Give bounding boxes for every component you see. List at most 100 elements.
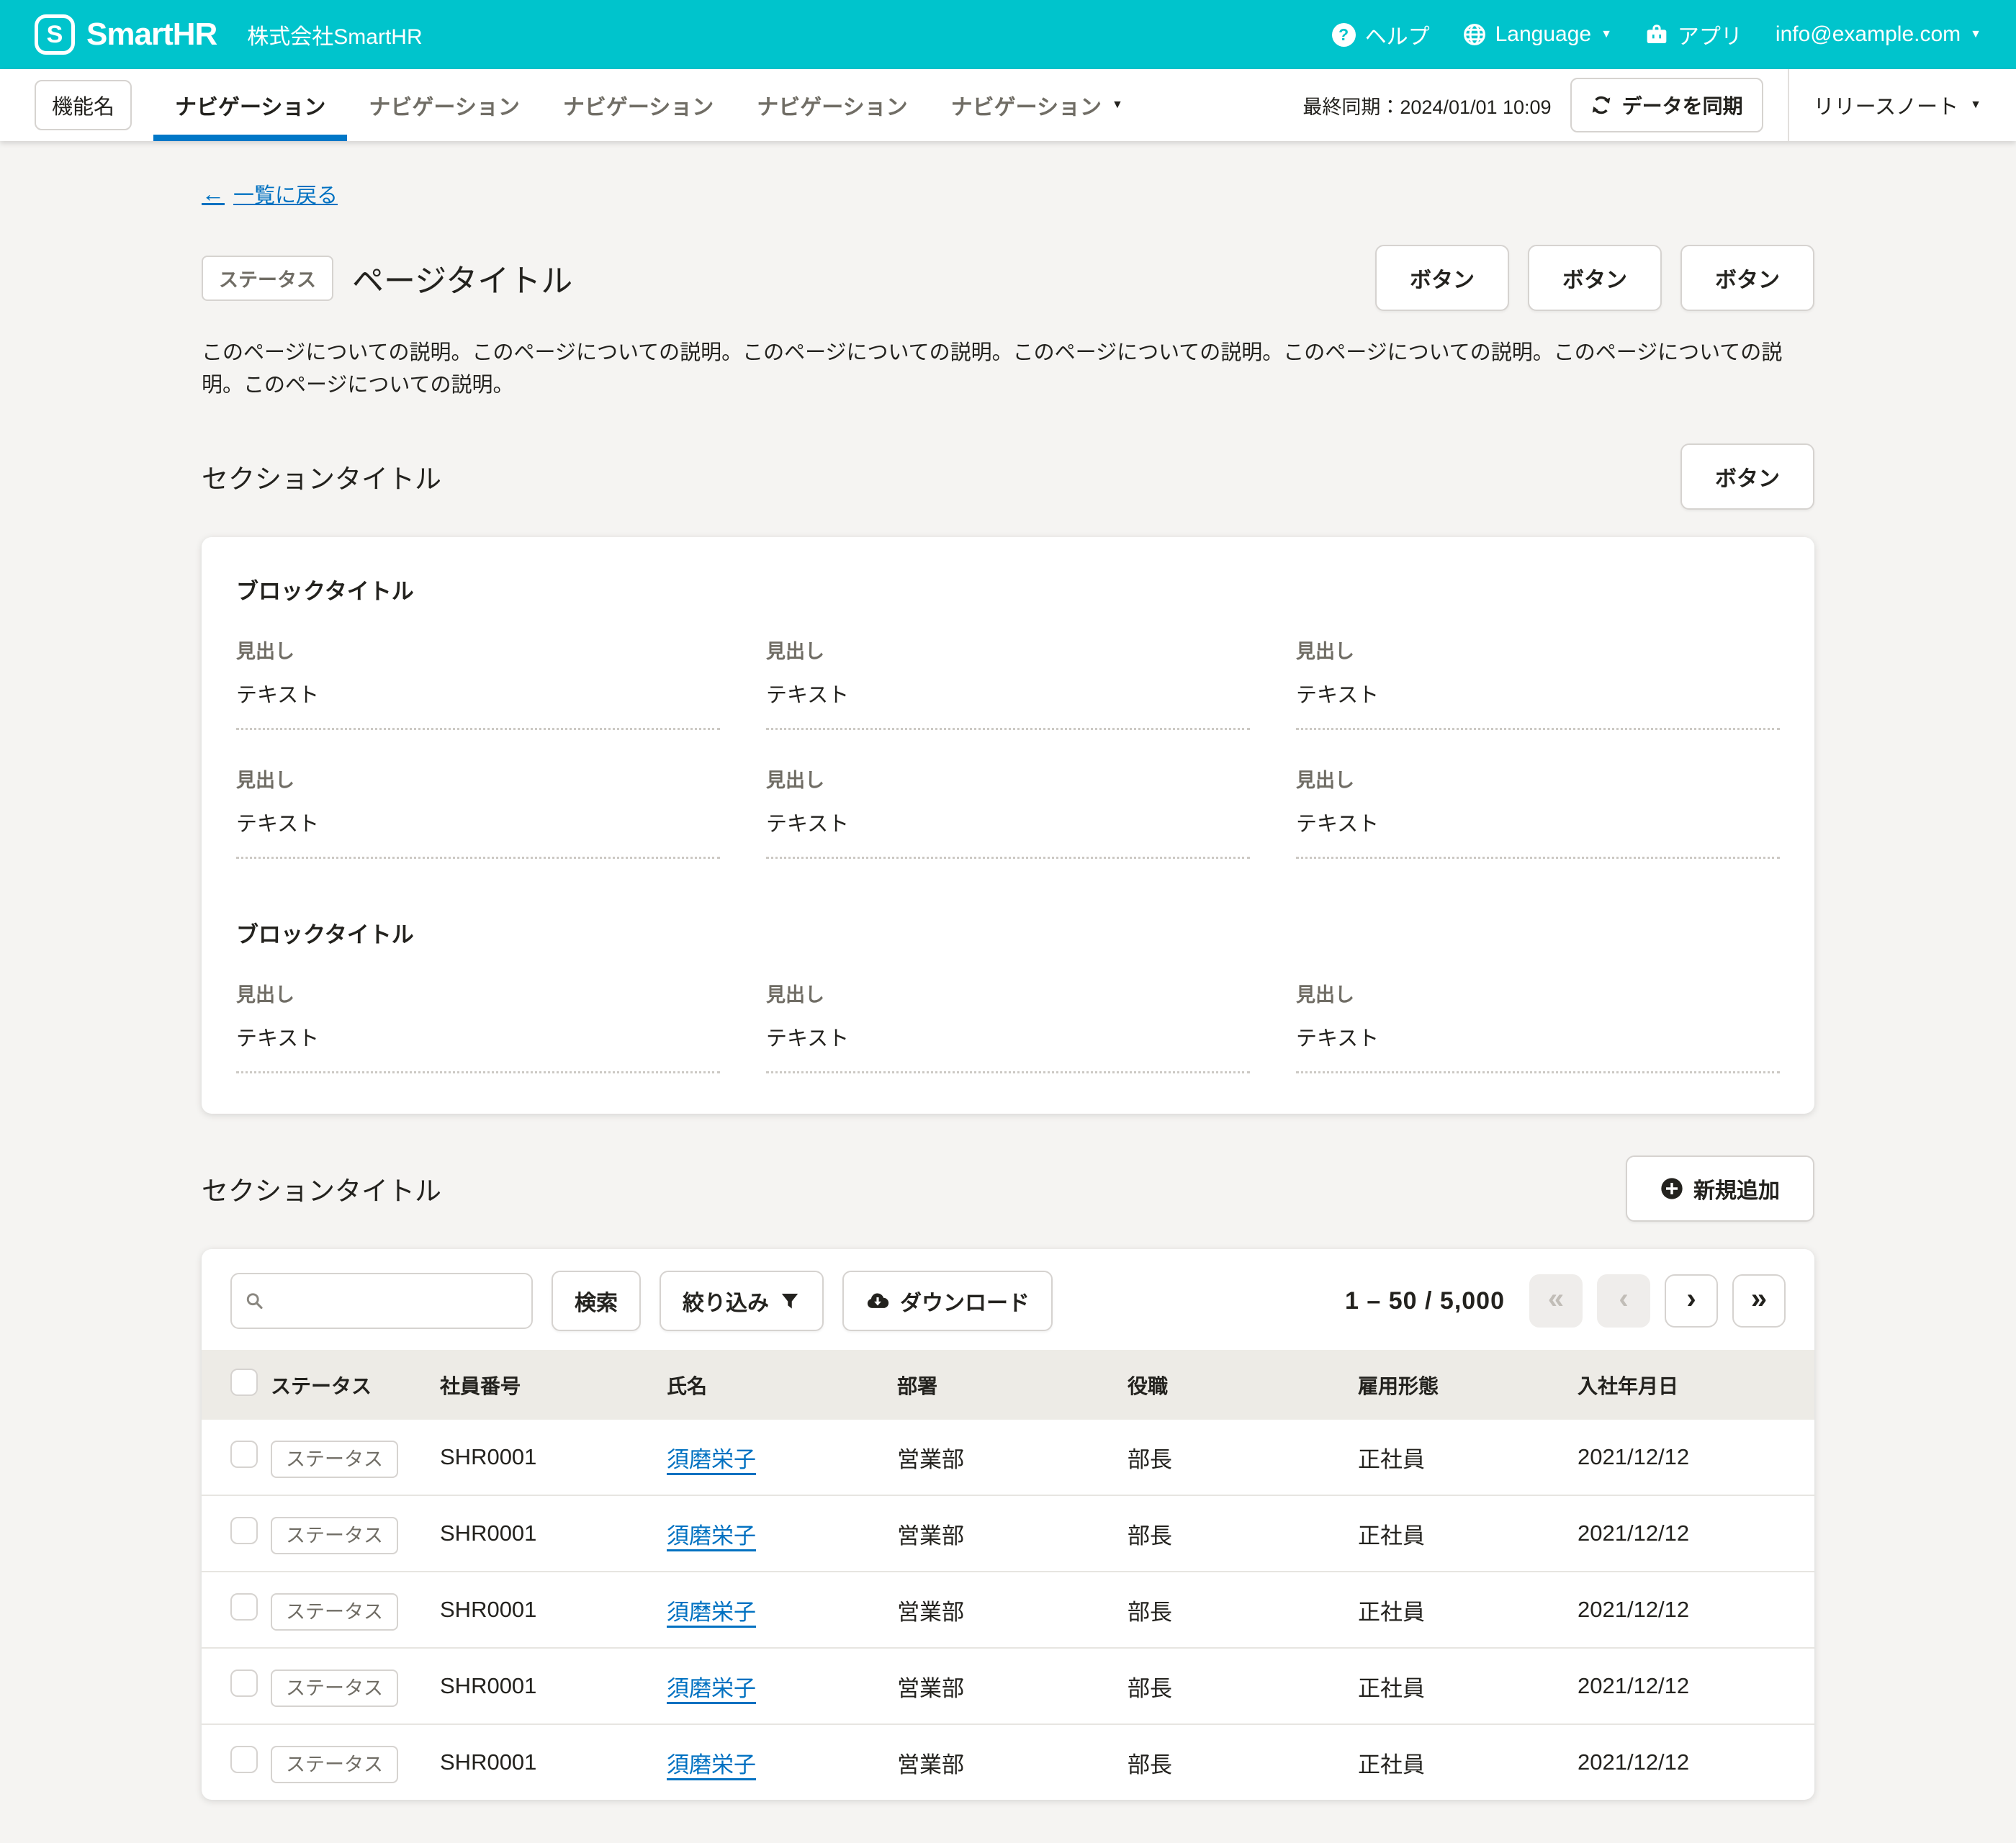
filter-button[interactable]: 絞り込み	[660, 1271, 824, 1331]
role-cell: 部長	[1128, 1420, 1358, 1495]
chevron-down-icon: ▼	[1112, 99, 1123, 111]
search-box	[230, 1273, 533, 1329]
row-select-cell	[202, 1420, 271, 1495]
smarthr-logo[interactable]: S SmartHR	[35, 14, 217, 55]
download-button[interactable]: ダウンロード	[842, 1271, 1053, 1331]
search-input[interactable]	[273, 1289, 518, 1312]
field-label: 見出し	[766, 765, 1250, 793]
row-checkbox[interactable]	[230, 1593, 258, 1621]
field-label: 見出し	[236, 979, 720, 1007]
page-action-button[interactable]: ボタン	[1680, 245, 1814, 311]
field: 見出しテキスト	[1296, 979, 1780, 1073]
joined-date-cell: 2021/12/12	[1578, 1648, 1814, 1724]
employee-name-cell: 須磨栄子	[667, 1495, 897, 1572]
department-cell: 営業部	[897, 1648, 1128, 1724]
account-email: info@example.com	[1776, 22, 1961, 47]
main-content: ← 一覧に戻る ステータス ページタイトル ボタンボタンボタン このページについ…	[202, 179, 1814, 1843]
field-label: 見出し	[1296, 765, 1780, 793]
page-title-row: ステータス ページタイトル ボタンボタンボタン	[202, 245, 1814, 311]
employee-name-link[interactable]: 須磨栄子	[667, 1447, 756, 1472]
nav-item[interactable]: ナビゲーション▼	[930, 69, 1145, 141]
page-title: ページタイトル	[352, 255, 572, 301]
row-status-badge: ステータス	[271, 1441, 398, 1478]
employee-number-cell: SHR0001	[440, 1420, 667, 1495]
apps-label: アプリ	[1678, 19, 1742, 50]
department-cell: 営業部	[897, 1495, 1128, 1572]
page-description: このページについての説明。このページについての説明。このページについての説明。こ…	[202, 337, 1814, 402]
employee-name-link[interactable]: 須磨栄子	[667, 1600, 756, 1625]
nav-item[interactable]: ナビゲーション	[541, 69, 735, 141]
employment-type-cell: 正社員	[1358, 1420, 1578, 1495]
employee-name-cell: 須磨栄子	[667, 1724, 897, 1800]
field-value: テキスト	[766, 1022, 1250, 1073]
release-notes-menu[interactable]: リリースノート ▼	[1814, 90, 1981, 120]
row-select-cell	[202, 1724, 271, 1800]
plus-circle-icon	[1660, 1177, 1683, 1200]
data-sync-button[interactable]: データを同期	[1570, 78, 1763, 132]
employee-name-link[interactable]: 須磨栄子	[667, 1523, 756, 1549]
employee-table: ステータス社員番号氏名部署役職雇用形態入社年月日 ステータスSHR0001須磨栄…	[202, 1350, 1814, 1800]
filter-funnel-icon	[779, 1290, 801, 1312]
employee-number-cell: SHR0001	[440, 1495, 667, 1572]
globe-icon	[1463, 23, 1486, 46]
nav-item[interactable]: ナビゲーション	[347, 69, 541, 141]
row-checkbox[interactable]	[230, 1517, 258, 1544]
joined-date-cell: 2021/12/12	[1578, 1420, 1814, 1495]
header-actions: ? ヘルプ Language ▼ アプリ info@examp	[1332, 19, 1981, 50]
arrow-left-icon: ←	[202, 181, 225, 207]
role-cell: 部長	[1128, 1648, 1358, 1724]
nav-item[interactable]: ナビゲーション	[153, 69, 347, 141]
field-value: テキスト	[236, 807, 720, 859]
filter-label: 絞り込み	[683, 1285, 769, 1317]
row-checkbox[interactable]	[230, 1746, 258, 1773]
block-title: ブロックタイトル	[236, 916, 1780, 949]
info-section-button[interactable]: ボタン	[1680, 443, 1814, 510]
help-menu[interactable]: ? ヘルプ	[1332, 19, 1430, 50]
back-to-list-link[interactable]: ← 一覧に戻る	[202, 179, 338, 209]
nav-item[interactable]: ナビゲーション	[735, 69, 929, 141]
cloud-download-icon	[865, 1289, 890, 1313]
table-section-title: セクションタイトル	[202, 1169, 441, 1208]
field-label: 見出し	[766, 636, 1250, 664]
data-sync-label: データを同期	[1622, 91, 1743, 120]
nav-tabs: ナビゲーションナビゲーションナビゲーションナビゲーションナビゲーション▼	[153, 69, 1145, 141]
refresh-icon	[1590, 94, 1612, 116]
prev-page-button: ‹	[1597, 1274, 1650, 1328]
employee-name-link[interactable]: 須磨栄子	[667, 1676, 756, 1701]
field-value: テキスト	[766, 678, 1250, 730]
add-new-button[interactable]: 新規追加	[1626, 1155, 1814, 1222]
page-action-button[interactable]: ボタン	[1375, 245, 1509, 311]
status-cell: ステータス	[271, 1724, 440, 1800]
table-row: ステータスSHR0001須磨栄子営業部部長正社員2021/12/12	[202, 1495, 1814, 1572]
apps-menu[interactable]: アプリ	[1645, 19, 1742, 50]
language-menu[interactable]: Language ▼	[1463, 22, 1612, 47]
field-value: テキスト	[1296, 807, 1780, 859]
row-checkbox[interactable]	[230, 1441, 258, 1468]
row-checkbox[interactable]	[230, 1669, 258, 1697]
employment-type-cell: 正社員	[1358, 1648, 1578, 1724]
department-cell: 営業部	[897, 1420, 1128, 1495]
select-all-checkbox[interactable]	[230, 1369, 258, 1396]
page-action-button[interactable]: ボタン	[1528, 245, 1662, 311]
app-nav: 機能名 ナビゲーションナビゲーションナビゲーションナビゲーションナビゲーション▼…	[0, 69, 2016, 141]
search-button[interactable]: 検索	[552, 1271, 641, 1331]
field-label: 見出し	[236, 636, 720, 664]
info-card: ブロックタイトル見出しテキスト見出しテキスト見出しテキスト見出しテキスト見出しテ…	[202, 537, 1814, 1114]
table-row: ステータスSHR0001須磨栄子営業部部長正社員2021/12/12	[202, 1724, 1814, 1800]
account-menu[interactable]: info@example.com ▼	[1776, 22, 1981, 47]
status-cell: ステータス	[271, 1495, 440, 1572]
first-page-button: «	[1529, 1274, 1583, 1328]
info-section-title: セクションタイトル	[202, 457, 441, 496]
employee-name-cell: 須磨栄子	[667, 1572, 897, 1648]
joined-date-cell: 2021/12/12	[1578, 1495, 1814, 1572]
logo-letter: S	[47, 21, 63, 49]
chevron-down-icon: ▼	[1970, 29, 1981, 40]
page-title-buttons: ボタンボタンボタン	[1375, 245, 1814, 311]
field: 見出しテキスト	[766, 979, 1250, 1073]
app-header: S SmartHR 株式会社SmartHR ? ヘルプ Language ▼	[0, 0, 2016, 69]
field: 見出しテキスト	[1296, 636, 1780, 730]
employee-name-link[interactable]: 須磨栄子	[667, 1752, 756, 1777]
last-page-button[interactable]: »	[1732, 1274, 1786, 1328]
next-page-button[interactable]: ›	[1665, 1274, 1718, 1328]
employee-number-cell: SHR0001	[440, 1572, 667, 1648]
